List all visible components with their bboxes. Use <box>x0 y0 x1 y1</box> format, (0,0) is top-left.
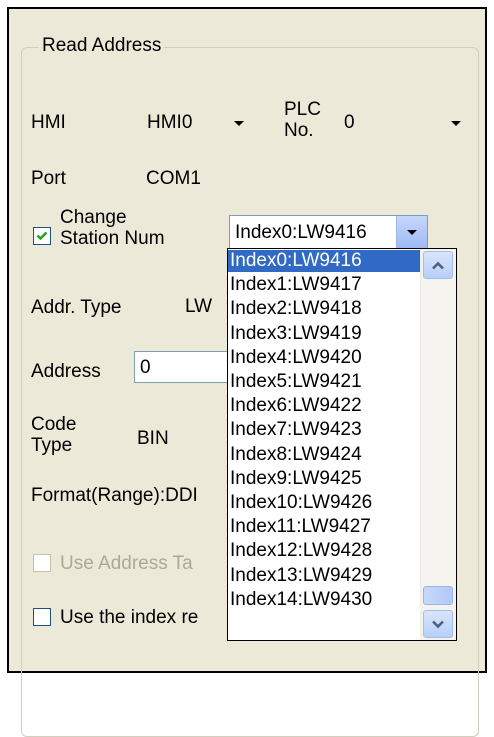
plc-dropdown-arrow-icon[interactable] <box>441 106 471 140</box>
addr-type-value: LW <box>185 296 213 317</box>
address-label: Address <box>31 361 101 382</box>
dropdown-option[interactable]: Index1:LW9417 <box>228 274 420 296</box>
dropdown-option[interactable]: Index0:LW9416 <box>228 250 420 272</box>
hmi-label: HMI <box>31 112 66 133</box>
code-type-label: Code Type <box>31 414 77 456</box>
format-range-label: Format(Range):DDI <box>31 485 198 506</box>
dropdown-option[interactable]: Index10:LW9426 <box>228 492 420 514</box>
chevron-up-icon <box>432 261 444 269</box>
dropdown-option[interactable]: Index3:LW9419 <box>228 323 420 345</box>
hmi-value: HMI0 <box>147 112 193 133</box>
dropdown-option[interactable]: Index5:LW9421 <box>228 371 420 393</box>
station-num-dropdown-arrow-icon[interactable] <box>396 216 427 248</box>
dropdown-option[interactable]: Index8:LW9424 <box>228 444 420 466</box>
scroll-down-button[interactable] <box>423 610 453 638</box>
dropdown-option[interactable]: Index4:LW9420 <box>228 347 420 369</box>
scroll-thumb[interactable] <box>423 586 453 605</box>
hmi-dropdown-arrow-icon[interactable] <box>224 106 254 140</box>
use-address-tag-label: Use Address Ta <box>60 553 193 574</box>
group-title: Read Address <box>39 35 165 57</box>
dropdown-option[interactable]: Index2:LW9418 <box>228 298 420 320</box>
dropdown-scrollbar[interactable] <box>420 249 456 640</box>
chevron-down-icon <box>432 620 444 628</box>
dropdown-option[interactable]: Index6:LW9422 <box>228 395 420 417</box>
dropdown-option[interactable]: Index13:LW9429 <box>228 565 420 587</box>
dropdown-option[interactable]: Index11:LW9427 <box>228 516 420 538</box>
scroll-up-button[interactable] <box>423 251 453 279</box>
hmi-combobox[interactable]: HMI0 <box>142 106 254 140</box>
change-station-label: Change Station Num <box>60 207 165 249</box>
dropdown-option[interactable]: Index14:LW9430 <box>228 589 420 611</box>
checkmark-icon <box>36 231 48 241</box>
code-type-value: BIN <box>137 428 169 449</box>
use-address-tag-checkbox[interactable] <box>33 554 51 572</box>
station-num-combobox[interactable]: Index0:LW9416 <box>229 215 428 249</box>
dropdown-option[interactable]: Index7:LW9423 <box>228 419 420 441</box>
address-value: 0 <box>140 357 151 378</box>
use-index-register-checkbox[interactable] <box>33 608 51 626</box>
change-station-checkbox[interactable] <box>33 227 51 245</box>
station-num-value: Index0:LW9416 <box>235 222 367 243</box>
dropdown-option[interactable]: Index9:LW9425 <box>228 468 420 490</box>
port-value: COM1 <box>146 168 201 189</box>
addr-type-label: Addr. Type <box>31 297 122 318</box>
plc-no-combobox[interactable]: 0 <box>339 106 471 140</box>
dropdown-option[interactable]: Index12:LW9428 <box>228 540 420 562</box>
use-index-register-label: Use the index re <box>60 607 199 628</box>
plc-no-value: 0 <box>344 112 355 133</box>
station-num-dropdown-list[interactable]: Index0:LW9416 Index1:LW9417 Index2:LW9418 I… <box>227 248 457 641</box>
plc-no-label: PLC No. <box>284 99 321 141</box>
port-label: Port <box>31 168 66 189</box>
